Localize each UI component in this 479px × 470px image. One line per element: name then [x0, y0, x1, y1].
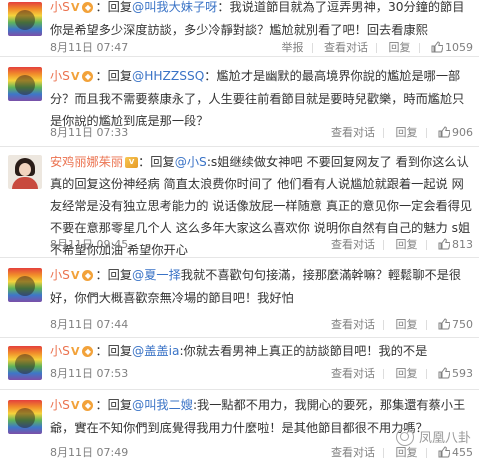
reply-link[interactable]: 回复	[396, 444, 418, 462]
comment-text: 小SV ◆ ：回复@叫我大妹子呀：我说道節目就為了逗弄男神，30分鐘的節目你是希望多…	[50, 0, 465, 37]
verified-icon: V	[70, 399, 80, 412]
timestamp: 8月11日 07:53	[50, 367, 129, 380]
comment-text: 小SV ◆ ：回复@盖盖ia:你就去看男神上真正的訪談節目吧！我的不是	[50, 344, 428, 358]
view-conversation-link[interactable]: 查看对话	[331, 124, 375, 142]
comment-feed: 小SV ◆ ：回复@叫我大妹子呀：我说道節目就為了逗弄男神，30分鐘的節目你是希望多…	[0, 0, 479, 470]
mention-link[interactable]: @HHZZSSQ	[132, 69, 204, 83]
timestamp: 8月11日 07:49	[50, 446, 129, 459]
avatar[interactable]	[8, 400, 42, 434]
member-icon: ◆	[82, 400, 94, 411]
like-button[interactable]: 593	[438, 365, 473, 383]
avatar[interactable]	[8, 155, 42, 189]
watermark: 凤凰八卦	[395, 427, 471, 446]
avatar[interactable]	[8, 2, 42, 36]
username[interactable]: 小S	[50, 344, 70, 358]
thumbs-up-icon	[438, 238, 450, 250]
mention-link[interactable]: @叫我二嫂	[132, 398, 193, 412]
verified-icon: V	[70, 1, 80, 14]
username[interactable]: 小S	[50, 0, 70, 14]
member-icon: ◆	[82, 270, 94, 281]
watermark-logo-icon	[395, 427, 414, 446]
thumbs-up-icon	[431, 41, 443, 53]
mention-link[interactable]: @小S	[175, 155, 207, 169]
comment-text: 小SV ◆ ：回复@夏一择我就不喜歡句句接滿，接那麼滿幹嘛？輕鬆聊不是很好，你們大概…	[50, 268, 462, 305]
verified-icon: V	[70, 345, 80, 358]
thumbs-up-icon	[438, 446, 450, 458]
like-count: 1059	[445, 41, 473, 54]
verified-icon: V	[70, 269, 80, 282]
avatar[interactable]	[8, 268, 42, 302]
comment-meta: 8月11日 07:47 举报 查看对话 回复 1059	[50, 39, 473, 57]
timestamp: 8月11日 07:47	[50, 41, 129, 54]
view-conversation-link[interactable]: 查看对话	[324, 39, 368, 57]
member-icon: ◆	[82, 71, 94, 82]
comment-meta: 8月11日 07:49 查看对话 回复 455	[50, 444, 473, 462]
comment-item: 小SV ◆ ：回复@夏一择我就不喜歡句句接滿，接那麼滿幹嘛？輕鬆聊不是很好，你們大概…	[0, 258, 479, 338]
member-icon: ◆	[82, 346, 94, 357]
comment-meta: 8月11日 07:33 查看对话 回复 906	[50, 124, 473, 142]
thumbs-up-icon	[438, 126, 450, 138]
watermark-text: 凤凰八卦	[418, 431, 471, 446]
like-button[interactable]: 813	[438, 236, 473, 254]
like-count: 906	[452, 126, 473, 139]
comment-item: 安鸡丽娜茱丽 V ：回复@小S:s姐继续做女神吧 不要回复网友了 看到你这么认真的回…	[0, 147, 479, 258]
vip-icon: V	[125, 157, 139, 168]
view-conversation-link[interactable]: 查看对话	[331, 316, 375, 334]
username[interactable]: 安鸡丽娜茱丽	[50, 155, 123, 169]
reply-link[interactable]: 回复	[396, 124, 418, 142]
avatar[interactable]	[8, 67, 42, 101]
like-button[interactable]: 1059	[431, 39, 473, 57]
like-count: 750	[452, 318, 473, 331]
report-link[interactable]: 举报	[282, 39, 304, 57]
thumbs-up-icon	[438, 318, 450, 330]
comment-meta: 8月11日 07:53 查看对话 回复 593	[50, 365, 473, 383]
view-conversation-link[interactable]: 查看对话	[331, 365, 375, 383]
reply-link[interactable]: 回复	[396, 236, 418, 254]
timestamp: 8月11日 09:45	[50, 238, 129, 251]
verified-icon: V	[70, 70, 80, 83]
comment-meta: 8月11日 07:44 查看对话 回复 750	[50, 316, 473, 334]
view-conversation-link[interactable]: 查看对话	[331, 236, 375, 254]
like-button[interactable]: 455	[438, 444, 473, 462]
comment-item: 小SV ◆ ：回复@叫我大妹子呀：我说道節目就為了逗弄男神，30分鐘的節目你是希望多…	[0, 0, 479, 57]
mention-link[interactable]: @夏一择	[132, 268, 181, 282]
comment-item: 小SV ◆ ：回复@HHZZSSQ：尷尬才是幽默的最高境界你說的尷尬是哪一部分？而且…	[0, 57, 479, 147]
timestamp: 8月11日 07:44	[50, 318, 129, 331]
username[interactable]: 小S	[50, 268, 70, 282]
member-icon: ◆	[82, 2, 94, 13]
mention-link[interactable]: @叫我大妹子呀	[132, 0, 217, 14]
like-button[interactable]: 906	[438, 124, 473, 142]
comment-item: 小SV ◆ ：回复@盖盖ia:你就去看男神上真正的訪談節目吧！我的不是 8月11日 …	[0, 338, 479, 390]
thumbs-up-icon	[438, 367, 450, 379]
reply-link[interactable]: 回复	[396, 365, 418, 383]
username[interactable]: 小S	[50, 398, 70, 412]
like-count: 813	[452, 238, 473, 251]
reply-link[interactable]: 回复	[396, 316, 418, 334]
like-count: 593	[452, 367, 473, 380]
comment-text: 小SV ◆ ：回复@HHZZSSQ：尷尬才是幽默的最高境界你說的尷尬是哪一部分？而且…	[50, 69, 465, 128]
like-button[interactable]: 750	[438, 316, 473, 334]
comment-meta: 8月11日 09:45 查看对话 回复 813	[50, 236, 473, 254]
avatar[interactable]	[8, 346, 42, 380]
reply-link[interactable]: 回复	[389, 39, 411, 57]
username[interactable]: 小S	[50, 69, 70, 83]
view-conversation-link[interactable]: 查看对话	[331, 444, 375, 462]
like-count: 455	[452, 446, 473, 459]
timestamp: 8月11日 07:33	[50, 126, 129, 139]
mention-link[interactable]: @盖盖ia	[132, 344, 179, 358]
